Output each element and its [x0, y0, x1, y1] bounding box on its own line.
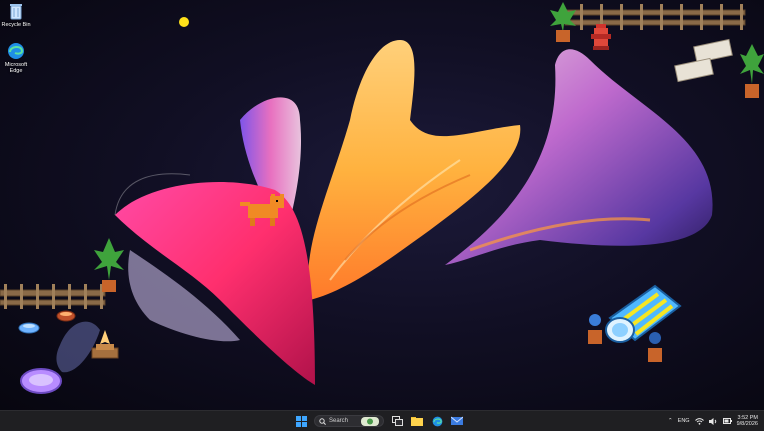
search-box[interactable]: Search [314, 415, 384, 427]
fire-hydrant-icon [591, 24, 611, 50]
potted-plant-icon [94, 238, 124, 292]
widget-icon [361, 416, 379, 426]
desktop[interactable]: Recycle Bin Microsoft Edge [0, 0, 764, 410]
task-view-button[interactable] [390, 414, 404, 428]
water-bowl-icon [18, 322, 40, 334]
language-indicator[interactable]: ENG [678, 418, 690, 424]
edge-taskbar-button[interactable] [430, 414, 444, 428]
task-view-icon [391, 416, 403, 426]
clock-date: 9/8/2026 [736, 421, 758, 427]
potted-plant-icon [740, 44, 764, 98]
search-icon [319, 417, 326, 425]
mail-button[interactable] [450, 414, 464, 428]
clock[interactable]: 3:52 PM 9/8/2026 [737, 415, 758, 427]
pixel-cat-icon[interactable] [240, 194, 292, 230]
pet-bed-icon[interactable] [20, 366, 62, 394]
wifi-icon[interactable] [694, 417, 704, 425]
start-icon [295, 415, 307, 427]
desktop-icon-recycle-bin[interactable]: Recycle Bin [0, 2, 36, 28]
potted-plant-icon [550, 2, 576, 42]
edge-icon [432, 416, 442, 426]
desktop-icon-edge[interactable]: Microsoft Edge [0, 42, 36, 74]
file-explorer-button[interactable] [410, 414, 424, 428]
file-explorer-icon [411, 417, 423, 426]
chevron-up-icon[interactable]: ⌃ [668, 418, 673, 424]
desktop-icon-label: Microsoft Edge [4, 62, 28, 74]
flower-pot-icon [648, 332, 662, 362]
battery-icon[interactable] [722, 418, 732, 424]
taskbar: Search ⌃ ENG 3:52 PM 9/8/2026 [0, 410, 764, 431]
recycle-bin-icon [10, 4, 22, 20]
desktop-icon-label: Recycle Bin [1, 22, 31, 28]
flower-pot-icon [588, 314, 602, 344]
food-bowl-icon [56, 310, 76, 322]
system-tray: ⌃ ENG 3:52 PM 9/8/2026 [668, 411, 758, 431]
edge-icon [8, 43, 24, 59]
start-button[interactable] [294, 414, 308, 428]
campfire-icon [91, 330, 119, 359]
search-label: Search [329, 418, 349, 424]
volume-icon[interactable] [708, 417, 718, 425]
taskbar-center: Search [294, 411, 464, 431]
tunnel-toy-icon[interactable] [600, 278, 684, 348]
mail-icon [451, 416, 463, 425]
